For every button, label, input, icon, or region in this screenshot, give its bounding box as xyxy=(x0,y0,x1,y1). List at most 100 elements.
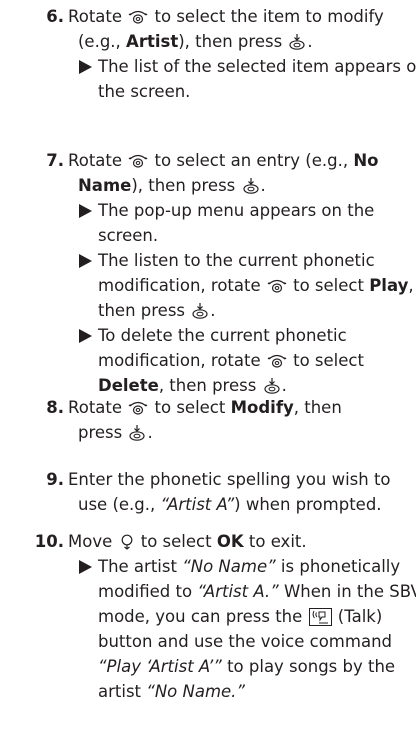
text-run: modification, rotate xyxy=(98,276,266,295)
result-text-line: “Play ‘Artist A’” to play songs by the xyxy=(98,656,395,678)
result-text-line: The list of the selected item appears on xyxy=(98,56,416,78)
text-run: Enter the phonetic spelling you wish to xyxy=(68,470,391,489)
result-text-line: The listen to the current phonetic xyxy=(98,250,375,272)
text-run: ), then press xyxy=(131,176,241,195)
step-number: 9. xyxy=(46,470,64,489)
step-text-line: (e.g., Artist), then press . xyxy=(78,31,313,53)
text-run: to select xyxy=(287,351,364,370)
text-run: Rotate xyxy=(68,151,128,170)
text-run: . xyxy=(260,176,266,195)
text-run: The listen to the current phonetic xyxy=(98,251,375,270)
italic-term: “No Name.” xyxy=(146,682,245,701)
text-run: To delete the current phonetic xyxy=(98,326,347,345)
interface-dial-move-icon xyxy=(119,534,135,550)
result-arrow-icon xyxy=(79,560,92,574)
text-run: ), then press xyxy=(178,32,288,51)
result-text-line: modification, rotate to select xyxy=(98,350,364,372)
interface-dial-rotate-icon xyxy=(128,9,148,25)
result-arrow-icon xyxy=(79,204,92,218)
step-text-line: Rotate to select Modify, then xyxy=(68,397,342,419)
step-text-line: Move to select OK to exit. xyxy=(68,531,307,553)
interface-dial-press-icon xyxy=(288,34,306,50)
step-text-line: Rotate to select an entry (e.g., No xyxy=(68,150,378,172)
text-run: is phonetically xyxy=(275,557,401,576)
step-text-line: press . xyxy=(78,422,153,444)
result-text-line: mode, you can press the (Talk) xyxy=(98,606,382,628)
text-run: screen. xyxy=(98,226,159,245)
result-text-line: modified to “Artist A.” When in the SBV xyxy=(98,581,416,603)
bold-term: Name xyxy=(78,176,132,195)
interface-dial-press-icon xyxy=(128,425,146,441)
text-run: press xyxy=(78,423,128,442)
interface-dial-press-icon xyxy=(191,303,209,319)
bold-term: Play xyxy=(369,276,409,295)
result-text-line: The artist “No Name” is phonetically xyxy=(98,556,400,578)
result-text-line: The pop-up menu appears on the xyxy=(98,200,374,222)
text-run: , then xyxy=(293,398,342,417)
result-text-line: the screen. xyxy=(98,81,190,103)
talk-button-icon xyxy=(308,608,332,626)
text-run: use (e.g., xyxy=(78,495,161,514)
italic-term: “Play ‘Artist A’” xyxy=(98,657,222,676)
text-run: to play songs by the xyxy=(221,657,396,676)
text-run: Move xyxy=(68,532,118,551)
interface-dial-press-icon xyxy=(242,178,260,194)
text-run: to select xyxy=(287,276,370,295)
result-arrow-icon xyxy=(79,329,92,343)
step-text-line: Enter the phonetic spelling you wish to xyxy=(68,469,391,491)
text-run: ) when prompted. xyxy=(234,495,382,514)
result-text-line: To delete the current phonetic xyxy=(98,325,347,347)
step-text-line: Name), then press . xyxy=(78,175,266,197)
step-number: 7. xyxy=(46,151,64,170)
step-number: 8. xyxy=(46,398,64,417)
text-run: to select xyxy=(135,532,217,551)
text-run: . xyxy=(281,376,287,395)
text-run: to exit. xyxy=(243,532,307,551)
text-run: (e.g., xyxy=(78,32,127,51)
interface-dial-rotate-icon xyxy=(128,400,148,416)
text-run: button and use the voice command xyxy=(98,632,392,651)
result-text-line: modification, rotate to select Play, xyxy=(98,275,414,297)
text-run: . xyxy=(147,423,153,442)
bold-term: No xyxy=(353,151,379,170)
text-run: When in the SBV xyxy=(278,582,416,601)
step-text-line: Rotate to select the item to modify xyxy=(68,6,384,28)
result-text-line: artist “No Name.” xyxy=(98,681,245,703)
result-arrow-icon xyxy=(79,60,92,74)
text-run: to select xyxy=(149,398,231,417)
bold-term: Artist xyxy=(126,32,179,51)
text-run: to select the item to modify xyxy=(149,7,384,26)
italic-term: “Artist A” xyxy=(160,495,235,514)
result-text-line: screen. xyxy=(98,225,158,247)
text-run: artist xyxy=(98,682,147,701)
text-run: the screen. xyxy=(98,82,191,101)
result-text-line: then press . xyxy=(98,300,216,322)
text-run: The artist xyxy=(98,557,183,576)
text-run: Rotate xyxy=(68,398,128,417)
text-run: modified to xyxy=(98,582,198,601)
text-run: , then press xyxy=(158,376,262,395)
step-number: 10. xyxy=(34,532,64,551)
text-run: The pop-up menu appears on the xyxy=(98,201,375,220)
text-run: Rotate xyxy=(68,7,128,26)
text-run: mode, you can press the xyxy=(98,607,308,626)
bold-term: OK xyxy=(216,532,244,551)
bold-term: Delete xyxy=(98,376,159,395)
interface-dial-rotate-icon xyxy=(128,153,148,169)
text-run: . xyxy=(210,301,216,320)
result-text-line: Delete, then press . xyxy=(98,375,287,397)
text-run: modification, rotate xyxy=(98,351,266,370)
result-text-line: button and use the voice command xyxy=(98,631,392,653)
text-run: (Talk) xyxy=(332,607,383,626)
text-run: then press xyxy=(98,301,191,320)
bold-term: Modify xyxy=(230,398,294,417)
result-arrow-icon xyxy=(79,254,92,268)
step-text-line: use (e.g., “Artist A”) when prompted. xyxy=(78,494,382,516)
interface-dial-rotate-icon xyxy=(267,278,287,294)
interface-dial-rotate-icon xyxy=(267,353,287,369)
text-run: to select an entry (e.g., xyxy=(149,151,354,170)
text-run: The list of the selected item appears on xyxy=(98,57,416,76)
interface-dial-press-icon xyxy=(263,378,281,394)
text-run: . xyxy=(307,32,313,51)
text-run: , xyxy=(408,276,414,295)
